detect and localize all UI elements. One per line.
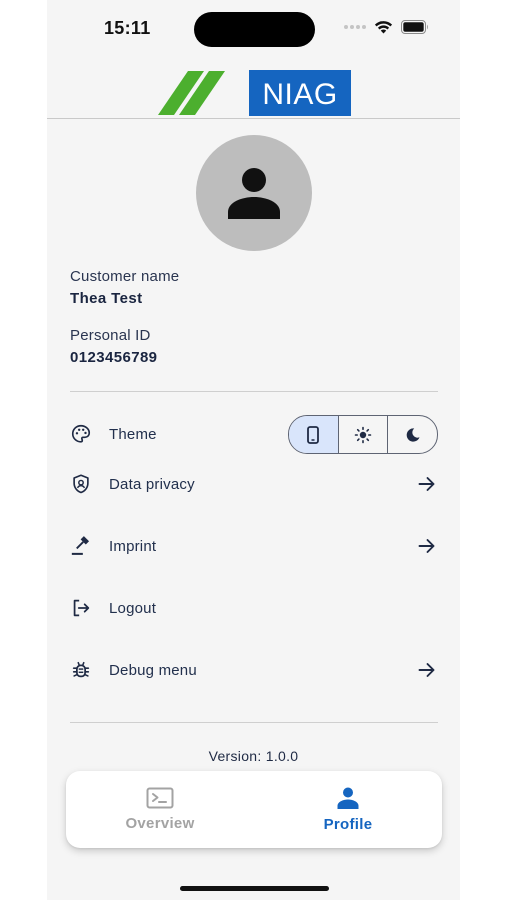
bottom-navigation: Overview Profile bbox=[66, 771, 442, 848]
customer-name-value: Thea Test bbox=[70, 290, 143, 307]
personal-id-label: Personal ID bbox=[70, 327, 151, 344]
debug-menu-label: Debug menu bbox=[109, 661, 197, 679]
nav-item-profile[interactable]: Profile bbox=[254, 771, 442, 848]
person-icon bbox=[228, 168, 280, 219]
cellular-signal-icon bbox=[344, 25, 366, 29]
status-time: 15:11 bbox=[104, 18, 151, 38]
palette-icon bbox=[70, 423, 92, 445]
data-privacy-label: Data privacy bbox=[109, 475, 195, 493]
header-divider bbox=[47, 118, 460, 119]
menu-item-data-privacy[interactable]: Data privacy bbox=[70, 464, 438, 504]
nav-item-overview[interactable]: Overview bbox=[66, 771, 254, 848]
nav-label-overview: Overview bbox=[125, 815, 195, 832]
arrow-right-icon bbox=[416, 473, 438, 495]
moon-icon bbox=[406, 427, 420, 442]
theme-option-device[interactable] bbox=[289, 416, 339, 453]
person-icon bbox=[337, 787, 359, 809]
home-indicator bbox=[180, 886, 329, 891]
theme-option-dark[interactable] bbox=[388, 416, 437, 453]
imprint-label: Imprint bbox=[109, 537, 157, 555]
shield-icon bbox=[70, 473, 92, 495]
customer-name-label: Customer name bbox=[70, 268, 180, 285]
dynamic-island bbox=[194, 12, 315, 47]
niag-logo: NIAG bbox=[158, 70, 351, 116]
section-divider-top bbox=[70, 391, 438, 392]
nav-label-profile: Profile bbox=[323, 816, 373, 833]
gavel-icon bbox=[70, 535, 92, 557]
arrow-right-icon bbox=[416, 535, 438, 557]
logo-text: NIAG bbox=[262, 78, 337, 111]
avatar bbox=[196, 135, 312, 251]
arrow-right-icon bbox=[416, 659, 438, 681]
theme-toggle bbox=[288, 415, 438, 454]
left-margin bbox=[0, 0, 47, 900]
battery-icon bbox=[401, 20, 428, 34]
menu-item-imprint[interactable]: Imprint bbox=[70, 526, 438, 566]
version-text: Version: 1.0.0 bbox=[208, 748, 299, 764]
status-icons bbox=[344, 20, 429, 34]
theme-option-light[interactable] bbox=[339, 416, 389, 453]
section-divider-bottom bbox=[70, 722, 438, 723]
logout-label: Logout bbox=[109, 599, 157, 617]
profile-screen: 15:11 NIAG Customer name Thea Test Perso… bbox=[0, 0, 507, 900]
terminal-icon bbox=[146, 787, 174, 809]
menu-item-logout[interactable]: Logout bbox=[70, 588, 438, 628]
logout-icon bbox=[70, 597, 92, 619]
right-margin bbox=[460, 0, 507, 900]
smartphone-icon bbox=[307, 425, 320, 444]
wifi-icon bbox=[374, 21, 393, 34]
sun-icon bbox=[354, 426, 372, 443]
bug-icon bbox=[70, 659, 92, 681]
menu-item-debug-menu[interactable]: Debug menu bbox=[70, 650, 438, 690]
personal-id-value: 0123456789 bbox=[70, 349, 158, 366]
